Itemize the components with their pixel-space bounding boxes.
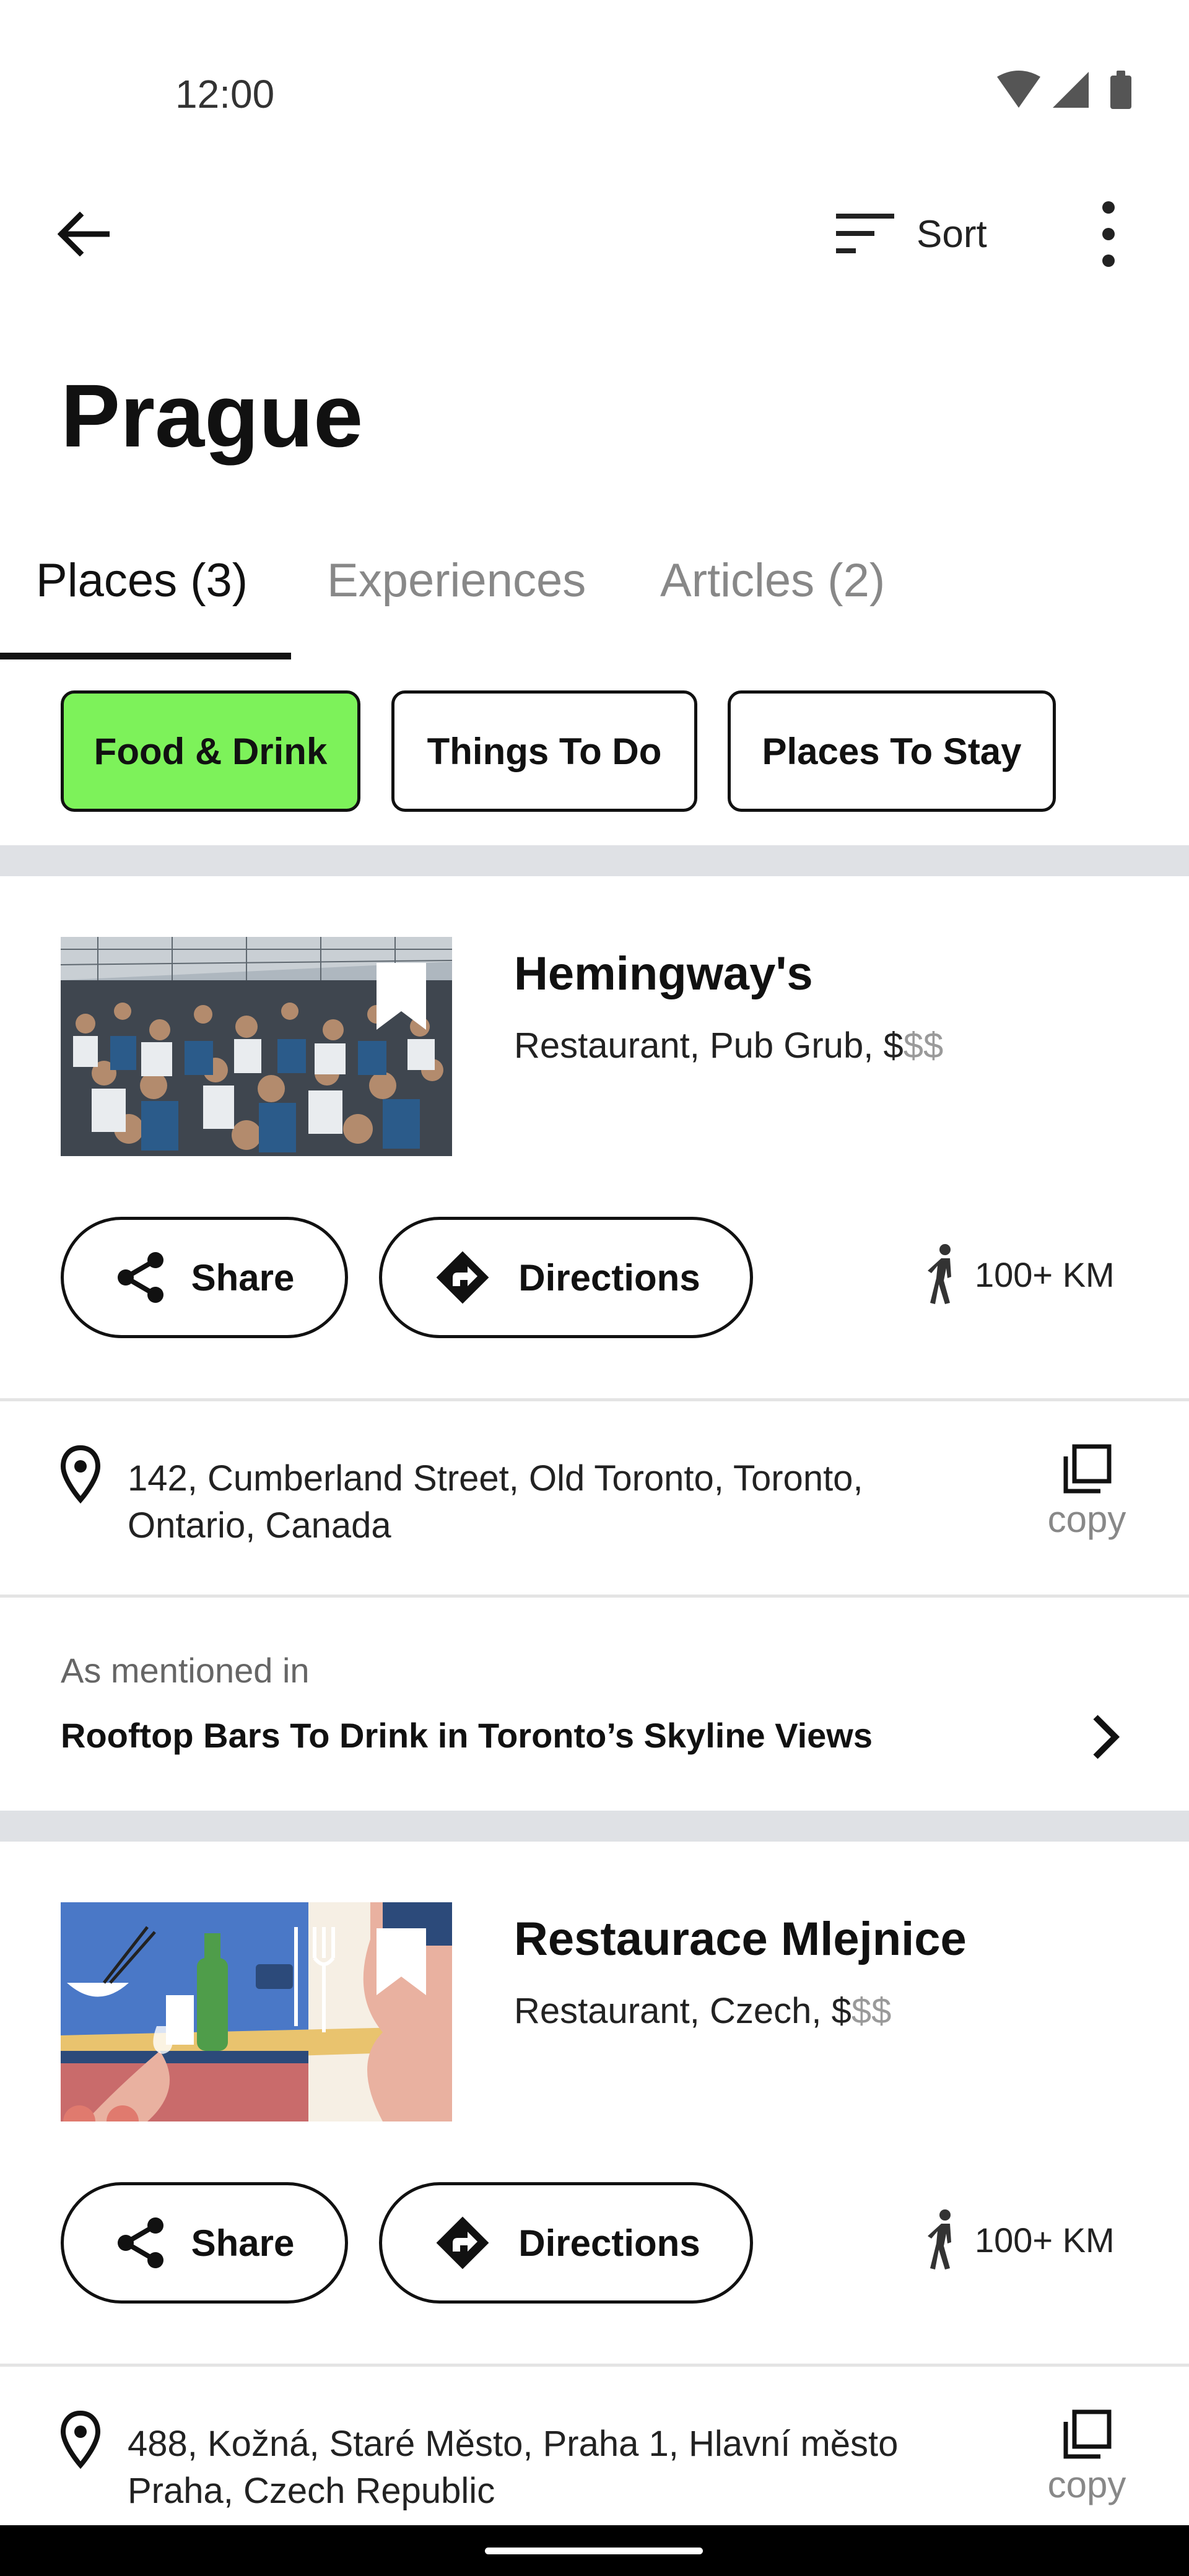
share-button[interactable]: Share [61, 1217, 348, 1338]
distance-text: 100+ KM [975, 2220, 1115, 2260]
share-button[interactable]: Share [61, 2182, 348, 2304]
share-label: Share [191, 1256, 295, 1299]
copy-label: copy [1047, 2464, 1126, 2505]
tab-articles[interactable]: Articles (2) [660, 557, 885, 604]
more-vertical-icon [1102, 201, 1115, 267]
place-category: Restaurant, Czech, $$$ [514, 1993, 891, 2029]
tab-places[interactable]: Places (3) [36, 557, 248, 604]
directions-label: Directions [518, 2222, 700, 2264]
page-title: Prague [61, 366, 364, 466]
arrow-left-icon [58, 212, 110, 256]
section-separator [0, 845, 1189, 876]
place-image[interactable] [61, 937, 452, 1156]
mention-article-link[interactable]: Rooftop Bars To Drink in Toronto’s Skyli… [61, 1718, 873, 1753]
price-level-active: $ [883, 1025, 904, 1066]
more-options-button[interactable] [1078, 197, 1139, 271]
battery-icon [1110, 71, 1131, 109]
status-icons [997, 69, 1136, 111]
distance-info: 100+ KM [923, 1243, 1115, 1305]
tab-experiences[interactable]: Experiences [327, 557, 586, 604]
location-pin-icon [56, 1443, 105, 1505]
copy-icon [1063, 2409, 1112, 2459]
walking-icon [928, 2209, 951, 2269]
back-button[interactable] [50, 197, 118, 271]
directions-icon [436, 1251, 489, 1304]
place-category-text: Restaurant, Czech, [514, 1991, 832, 2031]
sort-button[interactable]: Sort [836, 197, 1009, 271]
tab-indicator [0, 653, 291, 659]
section-separator [0, 1811, 1189, 1842]
filter-things-to-do[interactable]: Things To Do [391, 690, 697, 812]
price-level-active: $ [831, 1991, 851, 2031]
food-and-drink-illustration [61, 1902, 452, 2121]
distance-info: 100+ KM [923, 2209, 1115, 2271]
wifi-icon [997, 71, 1040, 108]
directions-button[interactable]: Directions [379, 2182, 753, 2304]
distance-text: 100+ KM [975, 1255, 1115, 1294]
home-gesture-handle[interactable] [485, 2548, 703, 2554]
divider [0, 1595, 1189, 1598]
cell-signal-icon [1053, 72, 1089, 108]
place-name[interactable]: Restaurace Mlejnice [514, 1916, 967, 1963]
directions-label: Directions [518, 1256, 700, 1299]
copy-address-button[interactable]: copy [1034, 2408, 1139, 2504]
copy-address-button[interactable]: copy [1034, 1443, 1139, 1538]
price-level-muted: $$ [903, 1025, 944, 1066]
sort-label: Sort [917, 212, 987, 256]
share-icon [117, 2217, 163, 2268]
crowded-rooftop-patio-photo [61, 937, 452, 1156]
filter-food-and-drink[interactable]: Food & Drink [61, 690, 360, 812]
place-address: 142, Cumberland Street, Old Toronto, Tor… [128, 1458, 863, 1546]
divider [0, 1398, 1189, 1401]
filter-places-to-stay[interactable]: Places To Stay [728, 690, 1056, 812]
place-category-text: Restaurant, Pub Grub, [514, 1025, 884, 1066]
status-time: 12:00 [175, 72, 275, 116]
place-category: Restaurant, Pub Grub, $$$ [514, 1028, 943, 1064]
price-level-muted: $$ [851, 1991, 892, 2031]
place-name[interactable]: Hemingway's [514, 951, 813, 998]
share-label: Share [191, 2222, 295, 2264]
copy-icon [1063, 1444, 1112, 1494]
place-address: 488, Kožná, Staré Město, Praha 1, Hlavní… [128, 2424, 899, 2511]
location-pin-icon [56, 2408, 105, 2470]
walking-icon [928, 1244, 951, 1304]
chevron-right-icon[interactable] [1078, 1703, 1133, 1771]
divider [0, 2364, 1189, 2367]
directions-icon [436, 2216, 489, 2269]
sort-lines-icon [836, 214, 894, 253]
directions-button[interactable]: Directions [379, 1217, 753, 1338]
share-icon [117, 1252, 163, 1303]
copy-label: copy [1047, 1499, 1126, 1540]
mention-label: As mentioned in [61, 1651, 310, 1690]
place-image[interactable] [61, 1902, 452, 2121]
